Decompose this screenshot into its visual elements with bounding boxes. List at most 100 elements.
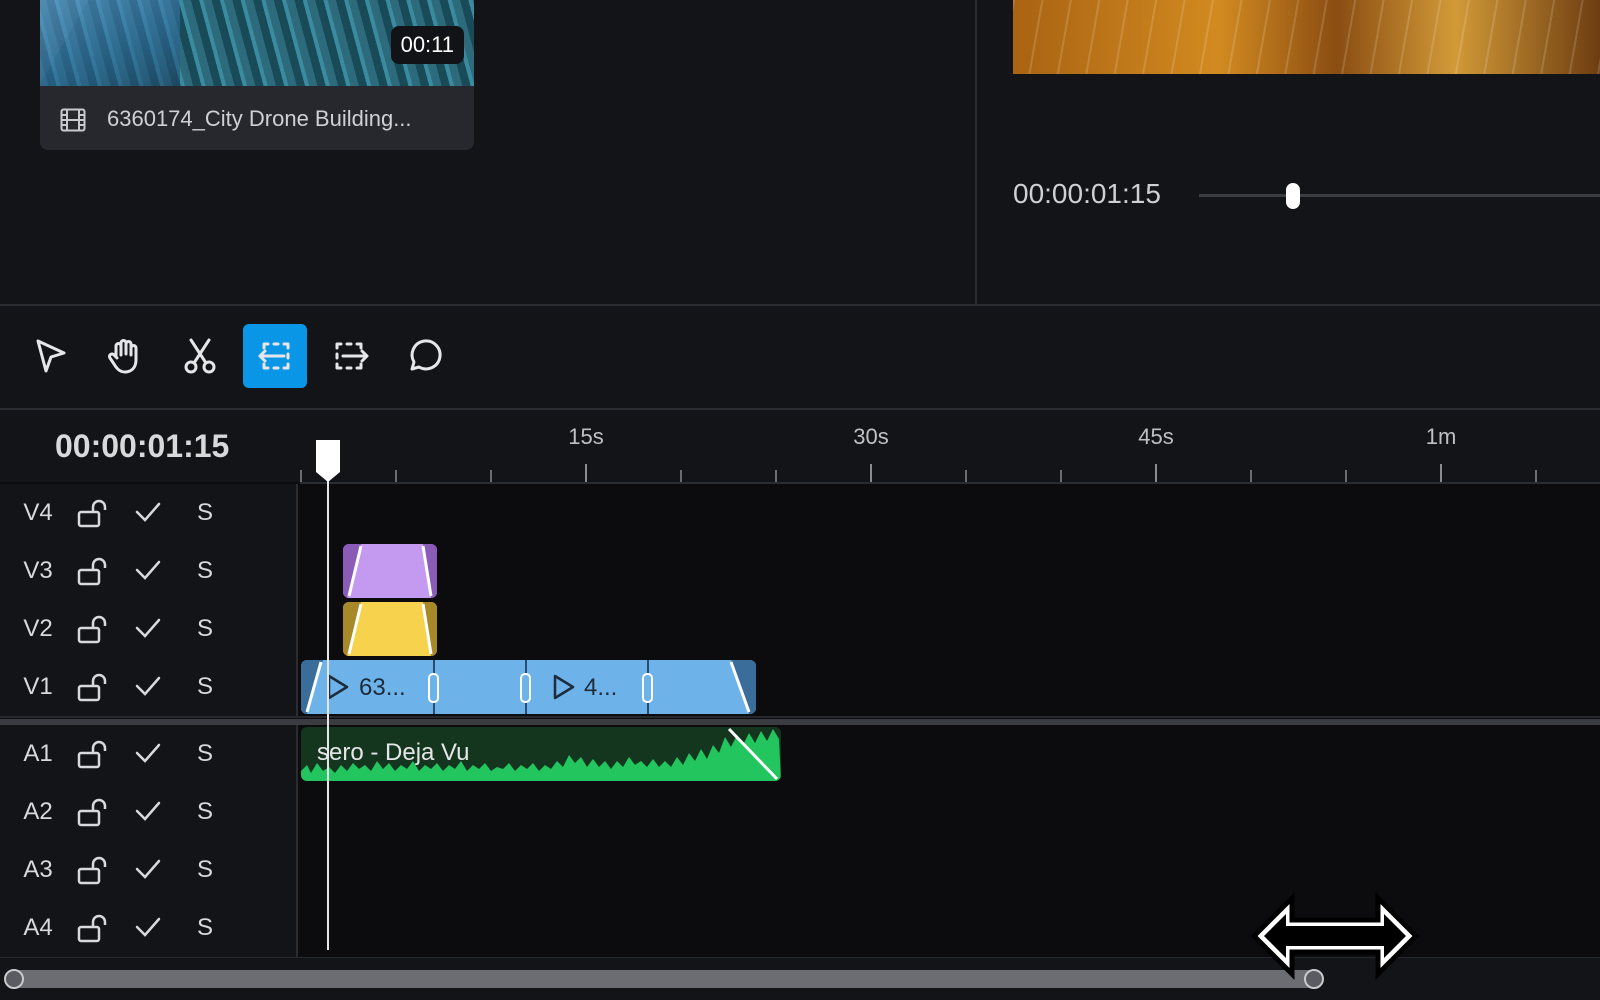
track-lane[interactable] [298, 542, 1600, 600]
solo-toggle[interactable]: S [197, 798, 213, 826]
resize-cursor-icon [1250, 891, 1420, 981]
solo-toggle[interactable]: S [197, 740, 213, 768]
preview-scrubber[interactable] [1199, 194, 1600, 197]
hand-icon [108, 339, 138, 374]
track-header: V1 S [0, 658, 298, 716]
timeline-panel: 00:00:01:15 15s 30s 45s 1m V4 S V3 S V2 … [0, 410, 1600, 1000]
unlock-icon[interactable] [76, 739, 110, 769]
check-icon[interactable] [134, 500, 162, 524]
track-header: V4 S [0, 484, 298, 542]
unlock-icon[interactable] [76, 913, 110, 943]
track-name: V3 [23, 557, 53, 584]
clip-v1[interactable]: 63... 4... [301, 660, 756, 714]
track-lane[interactable] [298, 484, 1600, 542]
ruler-tick [870, 464, 872, 482]
track-lane[interactable] [298, 600, 1600, 658]
track-header: A3 S [0, 841, 298, 899]
comment-tool-button[interactable] [393, 324, 457, 388]
ruler-label-1m: 1m [1425, 424, 1457, 449]
check-icon[interactable] [134, 741, 162, 765]
pointer-icon [36, 339, 66, 373]
unlock-icon[interactable] [76, 498, 110, 528]
ruler-label-30s: 30s [853, 424, 889, 449]
time-ruler[interactable]: 15s 30s 45s 1m [300, 410, 1600, 484]
preview-video[interactable] [1013, 0, 1600, 74]
clip-label: 4... [584, 674, 618, 701]
ruler-tick [1535, 470, 1537, 482]
track-name: V4 [23, 499, 53, 526]
ruler-label-15s: 15s [568, 424, 604, 449]
track-header: A1 S [0, 725, 298, 783]
clip-v2[interactable] [343, 602, 437, 656]
media-bin: 00:11 6360174_City Drone Building... [0, 0, 975, 304]
ruler-tick [1345, 470, 1347, 482]
scrollbar-left-handle[interactable] [4, 969, 24, 989]
check-icon[interactable] [134, 799, 162, 823]
track-v2: V2 S [0, 600, 1600, 660]
ruler-tick [680, 470, 682, 482]
track-lane[interactable]: sero - Deja Vu [298, 725, 1600, 783]
track-name: V1 [23, 673, 53, 700]
playhead-line [327, 472, 329, 950]
solo-toggle[interactable]: S [197, 914, 213, 942]
solo-toggle[interactable]: S [197, 499, 213, 527]
track-header: A2 S [0, 783, 298, 841]
fade-icon [343, 602, 437, 656]
media-file-name: 6360174_City Drone Building... [107, 106, 412, 131]
ruler-tick [490, 470, 492, 482]
trim-right-icon [335, 342, 369, 370]
solo-toggle[interactable]: S [197, 557, 213, 585]
solo-toggle[interactable]: S [197, 615, 213, 643]
clip-v3[interactable] [343, 544, 437, 598]
hand-tool-button[interactable] [93, 324, 157, 388]
track-name: V2 [23, 615, 53, 642]
clip-a1-audio[interactable]: sero - Deja Vu [301, 727, 781, 781]
unlock-icon[interactable] [76, 614, 110, 644]
solo-toggle[interactable]: S [197, 673, 213, 701]
ripple-trim-right-button[interactable] [318, 324, 382, 388]
film-icon [60, 108, 86, 132]
solo-toggle[interactable]: S [197, 856, 213, 884]
check-icon[interactable] [134, 857, 162, 881]
preview-scrubber-knob[interactable] [1286, 183, 1300, 209]
track-a2: A2 S [0, 783, 1600, 843]
cut-tool-button[interactable] [168, 324, 232, 388]
check-icon[interactable] [134, 915, 162, 939]
track-lane[interactable]: 63... 4... [298, 658, 1600, 716]
check-icon[interactable] [134, 616, 162, 640]
track-header: V3 S [0, 542, 298, 600]
clip-audio-label: sero - Deja Vu [317, 739, 470, 766]
comment-icon [410, 339, 442, 371]
scrollbar-thumb[interactable] [4, 969, 1324, 989]
playhead-handle[interactable] [314, 438, 342, 484]
ruler-tick [585, 464, 587, 482]
ruler-tick [300, 470, 302, 482]
track-name: A4 [23, 914, 53, 941]
unlock-icon[interactable] [76, 556, 110, 586]
ruler-tick [965, 470, 967, 482]
track-v1: V1 S 63... 4... [0, 658, 1600, 718]
track-name: A1 [23, 740, 53, 767]
unlock-icon[interactable] [76, 672, 110, 702]
ripple-trim-left-button[interactable] [243, 324, 307, 388]
track-name: A2 [23, 798, 53, 825]
track-header: V2 S [0, 600, 298, 658]
media-duration-badge: 00:11 [390, 26, 464, 64]
track-lane[interactable] [298, 783, 1600, 841]
track-name: A3 [23, 856, 53, 883]
media-card[interactable]: 00:11 6360174_City Drone Building... [40, 0, 474, 150]
select-tool-button[interactable] [18, 324, 82, 388]
track-v4: V4 S [0, 484, 1600, 544]
scissors-icon [184, 338, 216, 374]
ruler-tick [1440, 464, 1442, 482]
track-a1: A1 S sero - Deja Vu [0, 725, 1600, 785]
ruler-tick [1060, 470, 1062, 482]
ruler-tick [1250, 470, 1252, 482]
timeline-toolbar [0, 306, 1600, 408]
check-icon[interactable] [134, 558, 162, 582]
check-icon[interactable] [134, 674, 162, 698]
unlock-icon[interactable] [76, 797, 110, 827]
preview-timecode: 00:00:01:15 [1013, 178, 1161, 209]
timeline-header: 00:00:01:15 [0, 410, 300, 482]
unlock-icon[interactable] [76, 855, 110, 885]
